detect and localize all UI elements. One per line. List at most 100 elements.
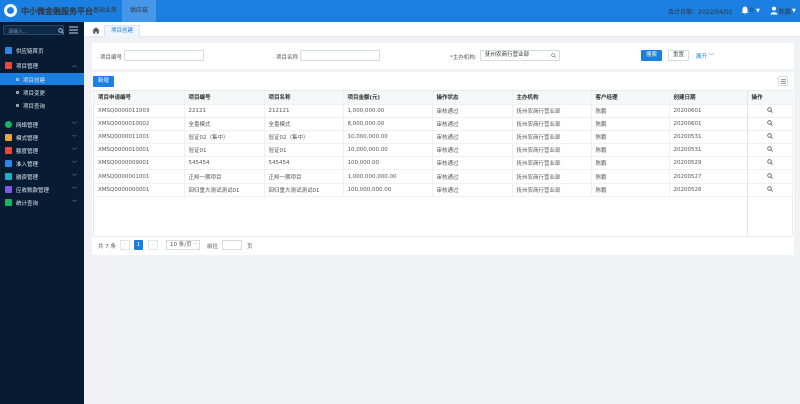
sidebar-item-statistics[interactable]: 统计查询 ﹀: [0, 196, 84, 209]
view-action[interactable]: [747, 117, 793, 131]
table-row[interactable]: XMSQ0000001001 正邦一期项目 正邦一期项目 1,000,000,0…: [94, 169, 793, 184]
host-institution-input[interactable]: 抚州农商行营业部: [480, 50, 560, 61]
host-institution-value: 抚州农商行营业部: [485, 52, 530, 58]
sidebar-subitem-label: 项目变更: [23, 91, 46, 97]
sidebar-item-finance[interactable]: 融资管理 ﹀: [0, 170, 84, 183]
project-name-input[interactable]: [300, 50, 380, 61]
table-row[interactable]: XMSQ0000009001 545454 545454 100,000.00 …: [94, 156, 793, 171]
sidebar-item-label: 应收账款管理: [16, 188, 50, 194]
table-row[interactable]: XMSQ0000000001 回归重大测试测试01 回归重大测试测试01 100…: [94, 183, 793, 197]
search-icon[interactable]: [766, 172, 773, 179]
sidebar-item-label: 融资管理: [16, 175, 39, 181]
view-action[interactable]: [747, 130, 793, 145]
column-header: 客户经理: [591, 91, 670, 105]
sidebar-item-receivables[interactable]: 应收账款管理 ﹀: [0, 183, 84, 196]
bell-icon[interactable]: [741, 6, 749, 15]
pagination: 共 7 条 ‹ 1 › 10 条/页 ﹀ 前往 页: [98, 240, 298, 251]
view-action[interactable]: [747, 156, 793, 171]
sidebar-item-label: 额度管理: [16, 149, 39, 155]
chevron-down-icon: ﹀: [72, 122, 78, 128]
sidebar-subitem-project-change[interactable]: 项目变更: [0, 86, 84, 98]
column-header: 操作状态: [432, 91, 513, 105]
table-cell: 100,000.00: [343, 156, 433, 171]
view-action[interactable]: [747, 169, 793, 184]
user-name[interactable]: 陈鹏: [779, 7, 791, 16]
add-button[interactable]: 新增: [93, 76, 114, 87]
table-row[interactable]: XMSQ0000011003 22121 212121 1,000,000.00…: [94, 104, 793, 118]
table-cell: 全香模式: [184, 117, 265, 131]
column-settings-button[interactable]: [778, 76, 788, 86]
search-icon[interactable]: [551, 53, 556, 58]
table-cell: XMSQ0000001001: [94, 169, 185, 184]
sidebar-item-project-management[interactable]: 项目管理 ︿: [0, 59, 84, 72]
prev-page-button[interactable]: ‹: [120, 240, 130, 250]
page-jump-input[interactable]: [222, 240, 242, 250]
jump-prefix: 前往: [207, 244, 219, 250]
chevron-down-icon: ﹀: [193, 242, 197, 247]
menu-toggle-icon[interactable]: [69, 26, 78, 34]
sidebar-item-quota[interactable]: 额度管理 ﹀: [0, 144, 84, 157]
table-row[interactable]: XMSQ0000011001 验证02（集中） 验证02（集中） 10,000,…: [94, 130, 793, 145]
reset-button[interactable]: 重置: [668, 50, 689, 61]
topnav-item-basic[interactable]: 基础业务: [85, 0, 125, 22]
table-cell: 10,000,000.00: [343, 130, 433, 145]
search-icon[interactable]: [766, 120, 773, 126]
view-action[interactable]: [747, 183, 793, 197]
sidebar-item-label: 模式管理: [16, 136, 39, 142]
table-row[interactable]: XMSQ0000010002 全香模式 全香模式 8,000,000.00 审核…: [94, 117, 793, 131]
sidebar-item-access[interactable]: 准入管理 ﹀: [0, 157, 84, 170]
search-icon[interactable]: [766, 186, 773, 192]
table-cell: 1,000,000,000.00: [343, 169, 433, 184]
table-cell: XMSQ0000011003: [94, 104, 185, 118]
table-cell: 验证01: [184, 143, 265, 158]
search-icon[interactable]: [766, 146, 773, 153]
table-cell: XMSQ0000009001: [94, 156, 185, 171]
table-cell: 陈鹏: [591, 156, 670, 171]
column-header: 创建日期: [669, 91, 748, 105]
topnav-item-supply-chain[interactable]: 供应链: [122, 0, 157, 22]
sidebar-subitem-project-query[interactable]: 项目查询: [0, 99, 84, 111]
stats-icon: [5, 199, 12, 206]
column-header: 项目名称: [264, 91, 344, 105]
accounting-date: 会计日期：2022/04/01: [668, 9, 733, 16]
user-menu-chevron-icon[interactable]: ▼: [792, 8, 796, 14]
search-icon[interactable]: [766, 106, 773, 113]
sidebar-subitem-project-create[interactable]: 项目创建: [0, 73, 84, 85]
chevron-down-icon: ﹀: [72, 187, 78, 193]
network-icon: [5, 121, 12, 128]
search-icon[interactable]: [766, 133, 773, 139]
sidebar-item-label: 项目管理: [16, 64, 39, 70]
sidebar-item-label: 网络管理: [16, 123, 39, 129]
sidebar-subitem-label: 项目查询: [23, 104, 46, 110]
table-row[interactable]: XMSQ0000010001 验证01 验证01 10,000,000.00 审…: [94, 143, 793, 158]
column-header: 项目编号: [184, 91, 265, 105]
search-button[interactable]: 搜索: [641, 50, 662, 61]
sidebar-item-mode[interactable]: 模式管理 ﹀: [0, 131, 84, 144]
next-page-button[interactable]: ›: [148, 240, 158, 250]
total-count: 共 7 条: [98, 244, 116, 250]
expand-link[interactable]: 展开 ﹀: [696, 52, 714, 60]
chevron-down-icon: ﹀: [72, 148, 78, 154]
sidebar-item-label: 准入管理: [16, 162, 39, 168]
sidebar-item-network[interactable]: 网络管理 ﹀: [0, 118, 84, 131]
user-icon[interactable]: [770, 6, 778, 15]
view-action[interactable]: [747, 104, 793, 118]
quota-icon: [5, 147, 12, 154]
chevron-down-icon: ﹀: [72, 200, 78, 206]
access-icon: [5, 160, 12, 167]
project-number-input[interactable]: [124, 50, 204, 61]
table-cell: 1,000,000.00: [343, 104, 433, 118]
home-icon[interactable]: [92, 27, 100, 34]
search-icon[interactable]: [58, 28, 64, 34]
page-button-current[interactable]: 1: [134, 240, 143, 250]
table-cell: 验证01: [264, 143, 344, 158]
chevron-down-icon[interactable]: ▼: [756, 8, 760, 14]
sidebar-search-input[interactable]: 请输入...: [3, 25, 64, 35]
sidebar-item-supply-chain-home[interactable]: 供应链首页: [0, 44, 84, 57]
table-cell: 陈鹏: [591, 130, 670, 145]
table-cell: 20200527: [669, 169, 748, 184]
search-icon[interactable]: [766, 159, 773, 166]
view-action[interactable]: [747, 143, 793, 158]
tab-project-create[interactable]: 项目创建: [104, 25, 140, 37]
page-size-select[interactable]: 10 条/页 ﹀: [166, 240, 200, 250]
